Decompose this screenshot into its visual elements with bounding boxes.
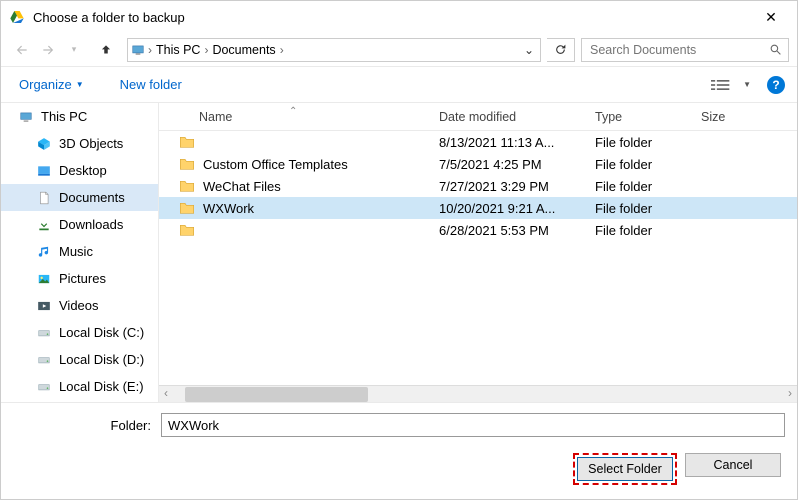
caret-down-icon: ▼ (76, 80, 84, 89)
col-type[interactable]: Type (595, 110, 701, 124)
file-type: File folder (595, 223, 701, 238)
tree-item-local-disk-c-[interactable]: Local Disk (C:) (1, 319, 158, 346)
col-name-label: Name (199, 110, 232, 124)
tree-item-label: Local Disk (E:) (59, 379, 144, 394)
organize-button[interactable]: Organize ▼ (13, 73, 90, 96)
col-size[interactable]: Size (701, 110, 797, 124)
documents-icon (35, 190, 53, 206)
tree-item-documents[interactable]: Documents (1, 184, 158, 211)
col-date[interactable]: Date modified (439, 110, 595, 124)
file-name: Custom Office Templates (203, 157, 348, 172)
scrollbar-thumb[interactable] (185, 387, 368, 402)
dialog-window: Choose a folder to backup ✕ ▾ › This PC … (0, 0, 798, 500)
file-row[interactable]: 8/13/2021 11:13 A...File folder (159, 131, 797, 153)
new-folder-button[interactable]: New folder (114, 73, 188, 96)
breadcrumb-current[interactable]: Documents (208, 43, 279, 57)
column-headers: Name ⌃ Date modified Type Size (159, 103, 797, 131)
file-row[interactable]: WeChat Files 7/27/2021 3:29 PMFile folder (159, 175, 797, 197)
file-date: 6/28/2021 5:53 PM (439, 223, 595, 238)
close-button[interactable]: ✕ (753, 9, 789, 26)
footer: Folder: Select Folder Cancel (1, 402, 797, 499)
file-date: 8/13/2021 11:13 A... (439, 135, 595, 150)
disk-icon (35, 379, 53, 395)
tree-item-local-disk-d-[interactable]: Local Disk (D:) (1, 346, 158, 373)
tree-item-downloads[interactable]: Downloads (1, 211, 158, 238)
highlight-annotation: Select Folder (573, 453, 677, 485)
file-date: 7/27/2021 3:29 PM (439, 179, 595, 194)
tree-item-label: Documents (59, 190, 125, 205)
select-folder-button[interactable]: Select Folder (577, 457, 673, 481)
disk-icon (35, 352, 53, 368)
file-type: File folder (595, 157, 701, 172)
horizontal-scrollbar[interactable]: ‹ › (159, 385, 797, 402)
breadcrumb-root[interactable]: This PC (152, 43, 204, 57)
folder-name-input[interactable] (161, 413, 785, 437)
3d-icon (35, 136, 53, 152)
pc-icon (17, 109, 35, 125)
organize-label: Organize (19, 77, 72, 92)
back-button[interactable] (9, 38, 35, 62)
file-type: File folder (595, 179, 701, 194)
tree-item-pictures[interactable]: Pictures (1, 265, 158, 292)
window-title: Choose a folder to backup (33, 10, 753, 25)
tree-item-label: Local Disk (C:) (59, 325, 144, 340)
file-type: File folder (595, 135, 701, 150)
music-icon (35, 244, 53, 260)
chevron-right-icon: › (280, 43, 284, 57)
file-row[interactable]: Custom Office Templates 7/5/2021 4:25 PMF… (159, 153, 797, 175)
tree-item-local-disk-f-[interactable]: Local Disk (F:) (1, 400, 158, 402)
file-row[interactable]: 6/28/2021 5:53 PMFile folder (159, 219, 797, 241)
recent-dropdown[interactable]: ▾ (61, 38, 87, 62)
toolbar: Organize ▼ New folder ▼ ? (1, 67, 797, 103)
view-caret-icon[interactable]: ▼ (737, 80, 757, 89)
view-options-button[interactable] (705, 78, 737, 92)
downloads-icon (35, 217, 53, 233)
search-icon (769, 43, 782, 56)
tree-item-videos[interactable]: Videos (1, 292, 158, 319)
file-type: File folder (595, 201, 701, 216)
sort-indicator-icon: ⌃ (289, 106, 297, 117)
refresh-button[interactable] (547, 38, 575, 62)
search-input[interactable] (588, 42, 769, 58)
help-button[interactable]: ? (767, 76, 785, 94)
tree-item-desktop[interactable]: Desktop (1, 157, 158, 184)
titlebar: Choose a folder to backup ✕ (1, 1, 797, 33)
navigation-tree[interactable]: This PC 3D Objects Desktop Documents Downloa… (1, 103, 159, 402)
col-name[interactable]: Name ⌃ (159, 110, 439, 124)
disk-icon (35, 325, 53, 341)
google-drive-icon (9, 9, 25, 25)
file-row[interactable]: WXWork 10/20/2021 9:21 A...File folder (159, 197, 797, 219)
file-date: 10/20/2021 9:21 A... (439, 201, 595, 216)
tree-item-label: This PC (41, 109, 87, 124)
forward-button[interactable] (35, 38, 61, 62)
tree-item-local-disk-e-[interactable]: Local Disk (E:) (1, 373, 158, 400)
tree-item-music[interactable]: Music (1, 238, 158, 265)
search-box[interactable] (581, 38, 789, 62)
folder-field-label: Folder: (13, 418, 161, 433)
file-pane: Name ⌃ Date modified Type Size 8/13/2021… (159, 103, 797, 402)
tree-item-label: Desktop (59, 163, 107, 178)
address-bar[interactable]: › This PC › Documents › ⌄ (127, 38, 541, 62)
tree-item-label: Local Disk (D:) (59, 352, 144, 367)
file-name: WeChat Files (203, 179, 281, 194)
file-list[interactable]: 8/13/2021 11:13 A...File folderCustom Of… (159, 131, 797, 385)
videos-icon (35, 298, 53, 314)
file-date: 7/5/2021 4:25 PM (439, 157, 595, 172)
pictures-icon (35, 271, 53, 287)
tree-item-label: 3D Objects (59, 136, 123, 151)
tree-item-3d-objects[interactable]: 3D Objects (1, 130, 158, 157)
file-name: WXWork (203, 201, 254, 216)
up-button[interactable] (93, 38, 119, 62)
tree-item-this-pc[interactable]: This PC (1, 103, 158, 130)
tree-item-label: Pictures (59, 271, 106, 286)
address-dropdown[interactable]: ⌄ (518, 43, 540, 57)
cancel-button[interactable]: Cancel (685, 453, 781, 477)
tree-item-label: Videos (59, 298, 99, 313)
tree-item-label: Music (59, 244, 93, 259)
pc-icon (128, 40, 148, 60)
tree-item-label: Downloads (59, 217, 123, 232)
desktop-icon (35, 163, 53, 179)
navigation-row: ▾ › This PC › Documents › ⌄ (1, 33, 797, 67)
body-pane: This PC 3D Objects Desktop Documents Downloa… (1, 103, 797, 402)
